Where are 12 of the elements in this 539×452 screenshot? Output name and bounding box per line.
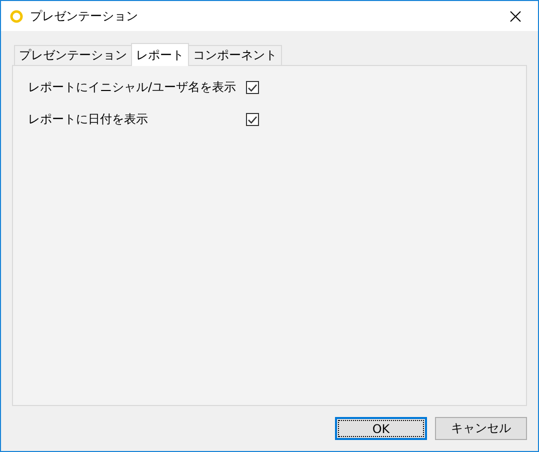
tab[interactable]: プレゼンテーション xyxy=(14,45,132,65)
ok-button[interactable]: OK xyxy=(335,417,427,440)
cancel-button[interactable]: キャンセル xyxy=(435,417,527,440)
close-icon xyxy=(510,10,520,22)
app-icon xyxy=(10,10,23,22)
option-label: レポートに日付を表示 xyxy=(28,111,149,127)
window-title: プレゼンテーション xyxy=(30,8,139,24)
checkbox[interactable] xyxy=(246,113,259,126)
option-label: レポートにイニシャル/ユーザ名を表示 xyxy=(28,79,238,95)
checkbox[interactable] xyxy=(246,81,259,94)
tab[interactable]: レポート xyxy=(131,43,189,66)
tab[interactable]: コンポーネント xyxy=(188,45,282,65)
